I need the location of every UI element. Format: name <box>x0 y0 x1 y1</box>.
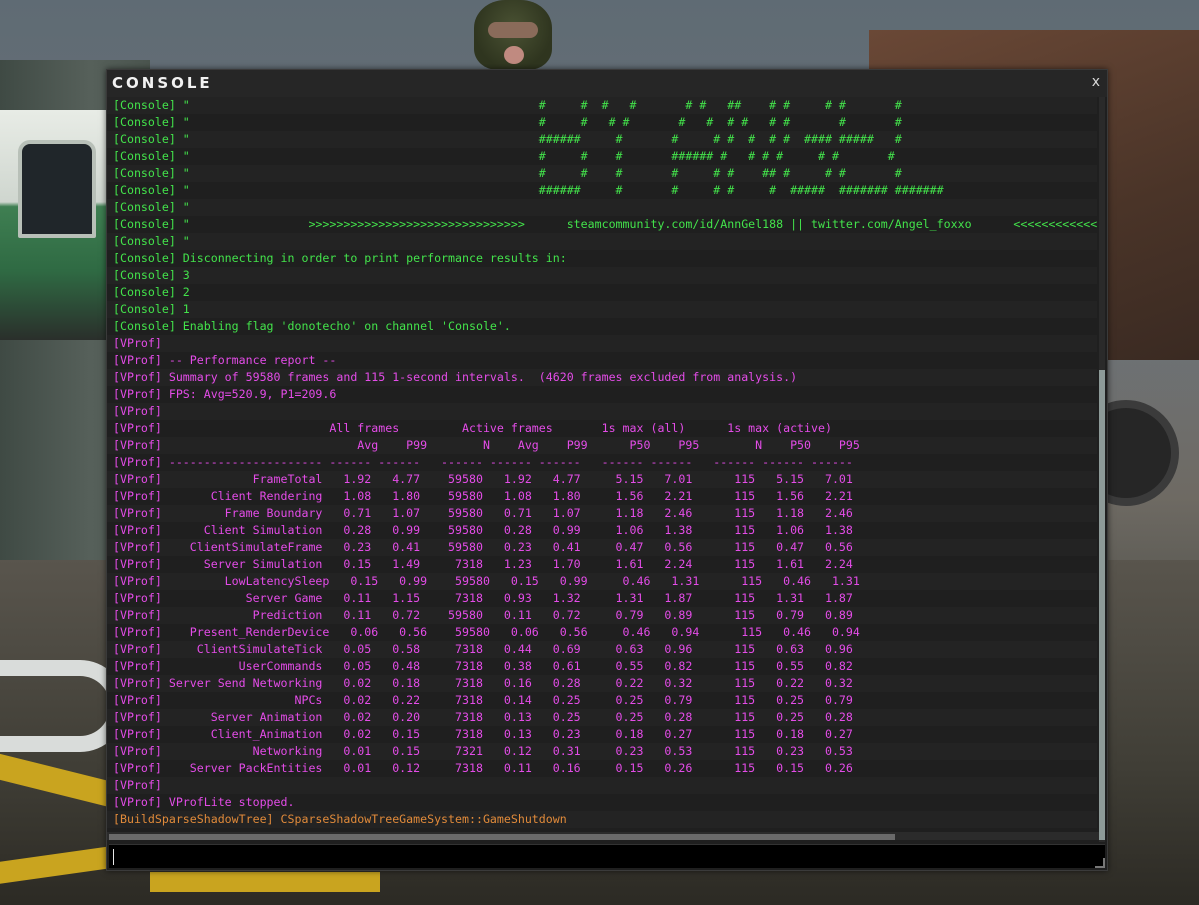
log-line: [VProf] Server PackEntities 0.01 0.12 73… <box>113 761 853 775</box>
close-icon[interactable]: x <box>1092 74 1100 90</box>
log-line: [VProf] Present_RenderDevice 0.06 0.56 5… <box>113 625 860 639</box>
log-line: [VProf] Client Simulation 0.28 0.99 5958… <box>113 523 853 537</box>
log-line: [VProf] Frame Boundary 0.71 1.07 59580 0… <box>107 505 1097 522</box>
character-eyes <box>488 22 538 38</box>
log-line: [VProf] Prediction 0.11 0.72 59580 0.11 … <box>107 607 1097 624</box>
log-line: [Console] 2 <box>113 285 190 299</box>
log-line: [VProf] FrameTotal 1.92 4.77 59580 1.92 … <box>107 471 1097 488</box>
log-line: [BuildSparseShadowTree] CSparseShadowTre… <box>107 811 1097 828</box>
log-line: [Console] " ###### # # # # # ##### #####… <box>113 183 944 197</box>
log-line: [Console] " <box>107 233 1097 250</box>
log-line: [Console] " # # # ###### # # # # # # # <box>113 149 895 163</box>
log-line: [VProf] Server Animation 0.02 0.20 7318 … <box>107 709 1097 726</box>
log-line: [VProf] UserCommands 0.05 0.48 7318 0.38… <box>113 659 853 673</box>
log-line: [VProf] Summary of 59580 frames and 115 … <box>107 369 1097 386</box>
log-line: [VProf] <box>107 777 1097 794</box>
road-stripe <box>150 872 380 892</box>
log-line: [Console] 3 <box>107 267 1097 284</box>
log-line: [VProf] Client Rendering 1.08 1.80 59580… <box>113 489 853 503</box>
player-character <box>474 0 552 70</box>
console-title: CONSOLE <box>112 74 213 92</box>
log-line: [Console] " <box>107 199 1097 216</box>
log-line: [VProf] VProfLite stopped. <box>113 795 295 809</box>
log-line: [Console] " # # # # # # # # # # # # <box>113 115 902 129</box>
log-line: [VProf] ---------------------- ------ --… <box>113 455 853 469</box>
log-line: [VProf] -- Performance report -- <box>113 353 337 367</box>
log-line: [VProf] Server Send Networking 0.02 0.18… <box>107 675 1097 692</box>
log-line: [Console] Enabling flag 'donotecho' on c… <box>113 319 511 333</box>
console-titlebar[interactable]: CONSOLE x <box>107 70 1107 97</box>
log-line: [Console] " ###### # # # # # # # #### ##… <box>107 131 1097 148</box>
text-caret <box>113 849 114 865</box>
console-log[interactable]: [Console] " # # # # # # ## # # # # # [Con… <box>107 97 1097 832</box>
log-line: [VProf] NPCs 0.02 0.22 7318 0.14 0.25 0.… <box>113 693 853 707</box>
log-line: [Console] " >>>>>>>>>>>>>>>>>>>>>>>>>>>>… <box>113 217 1097 231</box>
log-line: [VProf] FPS: Avg=520.9, P1=209.6 <box>113 387 337 401</box>
log-line: [Console] " # # # # # # ## # # # # # <box>107 97 1097 114</box>
log-line: [VProf] Avg P99 N Avg P99 P50 P95 N P50 … <box>107 437 1097 454</box>
log-line: [VProf] Client_Animation 0.02 0.15 7318 … <box>113 727 853 741</box>
log-line: [Console] Disconnecting in order to prin… <box>113 251 567 265</box>
log-line: [VProf] <box>107 403 1097 420</box>
log-line: [VProf] All frames Active frames 1s max … <box>113 421 832 435</box>
vertical-scrollbar-thumb[interactable] <box>1099 370 1105 840</box>
log-line: [Console] 1 <box>107 301 1097 318</box>
horizontal-scrollbar-thumb[interactable] <box>109 834 895 840</box>
console-input[interactable] <box>109 844 1105 868</box>
resize-handle-icon[interactable] <box>1095 858 1105 868</box>
console-window[interactable]: CONSOLE x [Console] " # # # # # # ## # #… <box>106 69 1108 871</box>
log-line: [VProf] ClientSimulateFrame 0.23 0.41 59… <box>107 539 1097 556</box>
log-line: [VProf] ClientSimulateTick 0.05 0.58 731… <box>107 641 1097 658</box>
log-line: [VProf] Server Game 0.11 1.15 7318 0.93 … <box>113 591 853 605</box>
log-line: [Console] " # # # # # # ## # # # # <box>107 165 1097 182</box>
log-line: [VProf] LowLatencySleep 0.15 0.99 59580 … <box>107 573 1097 590</box>
background-train-window <box>18 140 96 238</box>
log-line: [VProf] <box>107 335 1097 352</box>
log-line: [VProf] Server Simulation 0.15 1.49 7318… <box>113 557 853 571</box>
log-line: [VProf] Networking 0.01 0.15 7321 0.12 0… <box>107 743 1097 760</box>
character-mouth <box>504 46 524 64</box>
